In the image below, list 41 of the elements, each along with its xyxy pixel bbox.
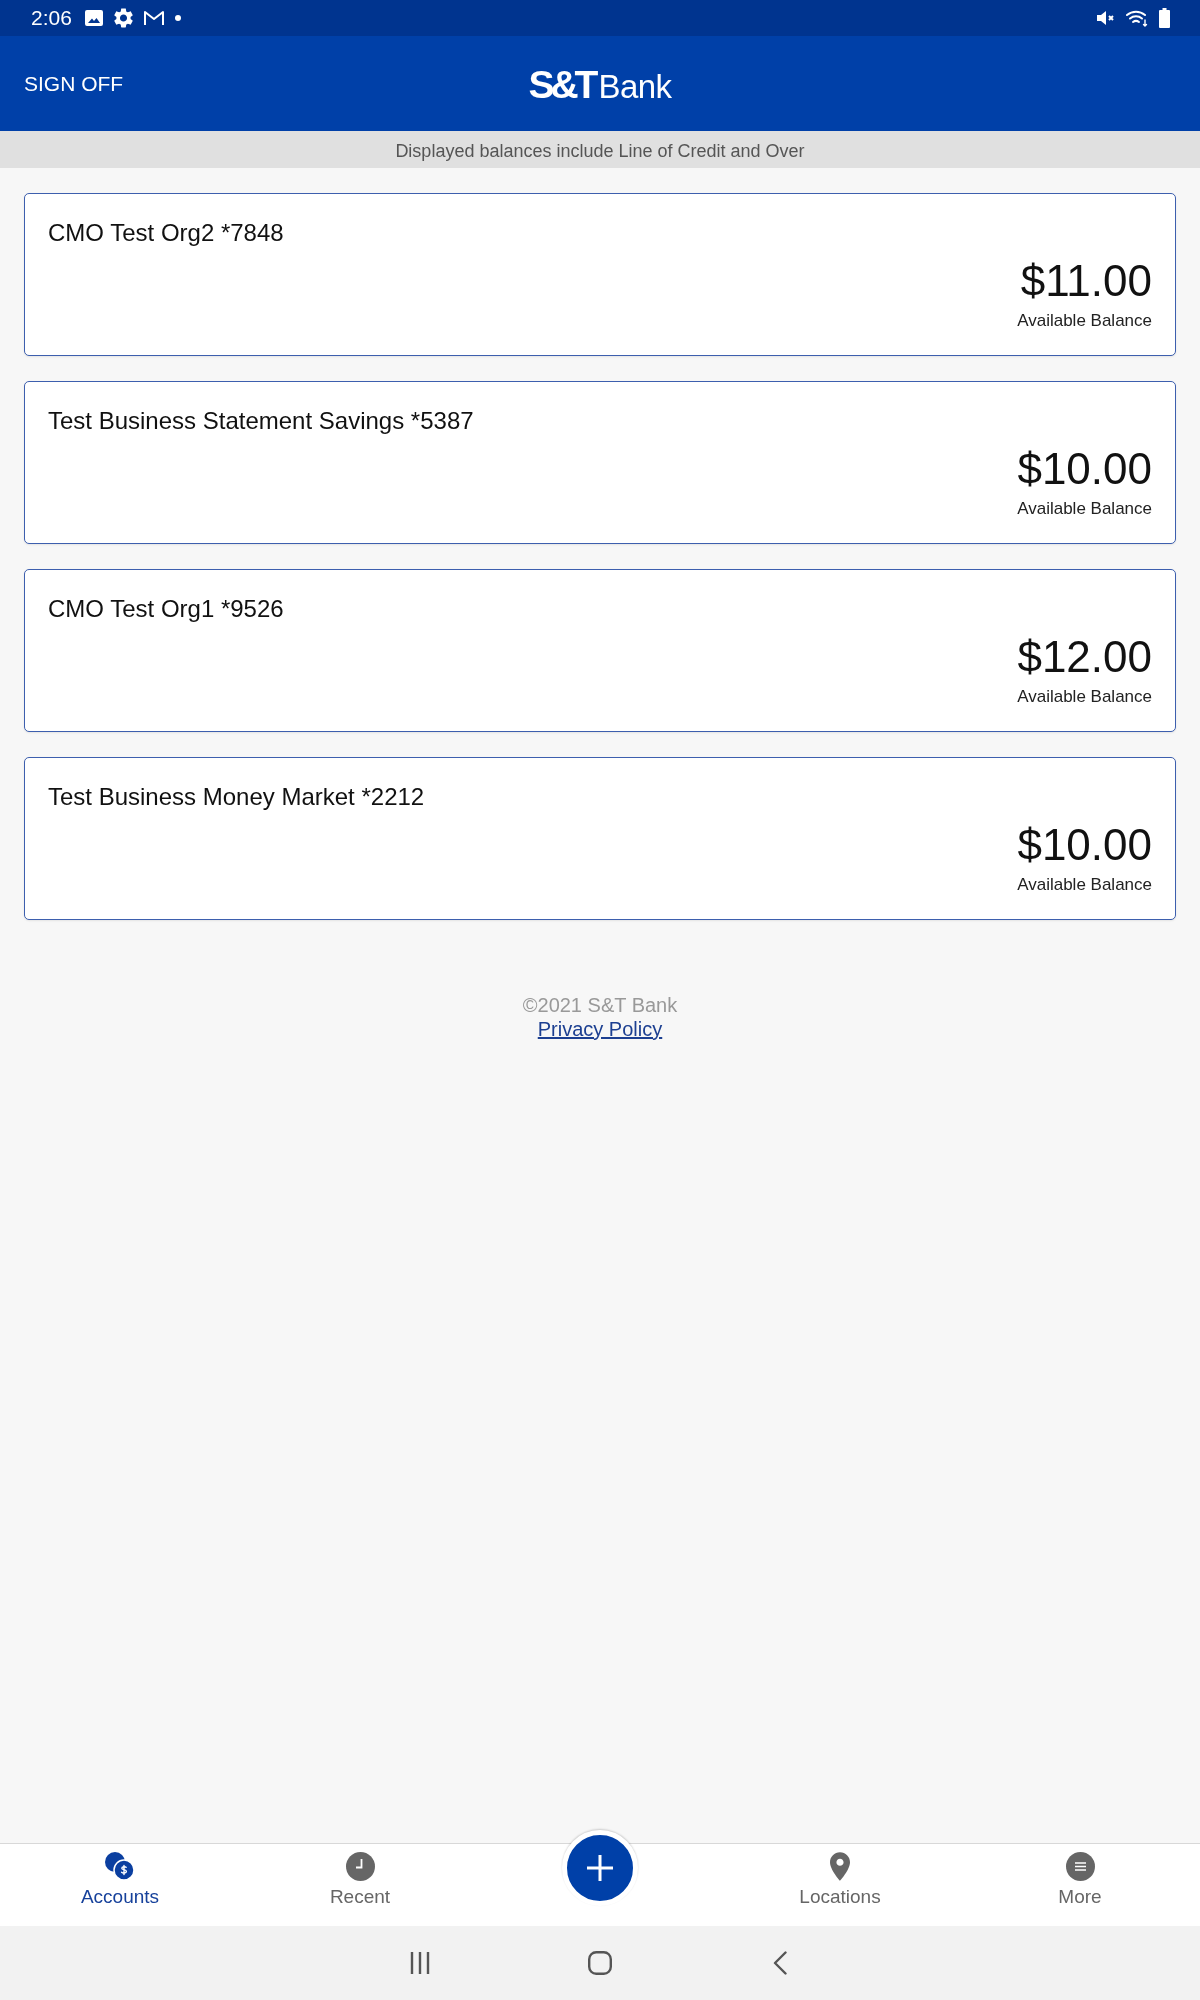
account-name: CMO Test Org1 *9526 — [48, 595, 284, 623]
muted-speaker-icon — [1095, 8, 1115, 28]
account-name: CMO Test Org2 *7848 — [48, 219, 284, 247]
balance-label: Available Balance — [1017, 498, 1152, 520]
account-card[interactable]: Test Business Statement Savings *5387 $10.00 Available Balance — [24, 381, 1176, 544]
chevron-left-icon — [773, 1951, 787, 1975]
balance-amount: $11.00 — [1020, 257, 1152, 305]
bars-icon — [410, 1952, 430, 1974]
account-name: Test Business Money Market *2212 — [48, 783, 425, 811]
nav-tab[interactable]: More — [960, 1844, 1200, 1926]
balance-amount: $12.00 — [1017, 633, 1152, 681]
dot-icon — [174, 15, 181, 21]
image-icon — [84, 10, 103, 26]
balance-label: Available Balance — [1017, 310, 1152, 332]
nav-tab[interactable]: Recent — [240, 1844, 480, 1926]
clock-icon — [345, 1852, 375, 1881]
copyright-text: ©2021 S&T Bank — [522, 993, 678, 1017]
settings-icon — [113, 8, 133, 28]
status-time: 2:06 — [31, 6, 72, 30]
rounded-square-icon — [588, 1951, 612, 1975]
sign-off-button[interactable]: SIGN OFF — [24, 65, 124, 102]
coins-icon — [105, 1852, 135, 1881]
balance-amount: $10.00 — [1017, 445, 1152, 493]
account-card[interactable]: CMO Test Org2 *7848 $11.00 Available Balance — [24, 193, 1176, 356]
battery-icon — [1159, 8, 1170, 28]
balance-label: Available Balance — [1017, 874, 1152, 896]
privacy-policy-link[interactable]: Privacy Policy — [537, 1017, 663, 1041]
balance-amount: $10.00 — [1017, 821, 1152, 869]
menu-icon — [1065, 1852, 1095, 1881]
account-card[interactable]: CMO Test Org1 *9526 $12.00 Available Balance — [24, 569, 1176, 732]
nav-tab[interactable]: Locations — [720, 1844, 960, 1926]
map-pin-icon — [830, 1852, 850, 1881]
nav-tab[interactable]: Accounts — [0, 1844, 240, 1926]
plus-icon — [587, 1855, 613, 1881]
notice-text: Displayed balances include Line of Credit and Over — [395, 139, 805, 162]
wifi-icon — [1126, 9, 1148, 27]
bank-logo: S&TBank — [528, 63, 672, 104]
mail-icon — [143, 10, 164, 26]
account-card[interactable]: Test Business Money Market *2212 $10.00 Available Balance — [24, 757, 1176, 920]
balance-label: Available Balance — [1017, 686, 1152, 708]
account-name: Test Business Statement Savings *5387 — [48, 407, 474, 435]
